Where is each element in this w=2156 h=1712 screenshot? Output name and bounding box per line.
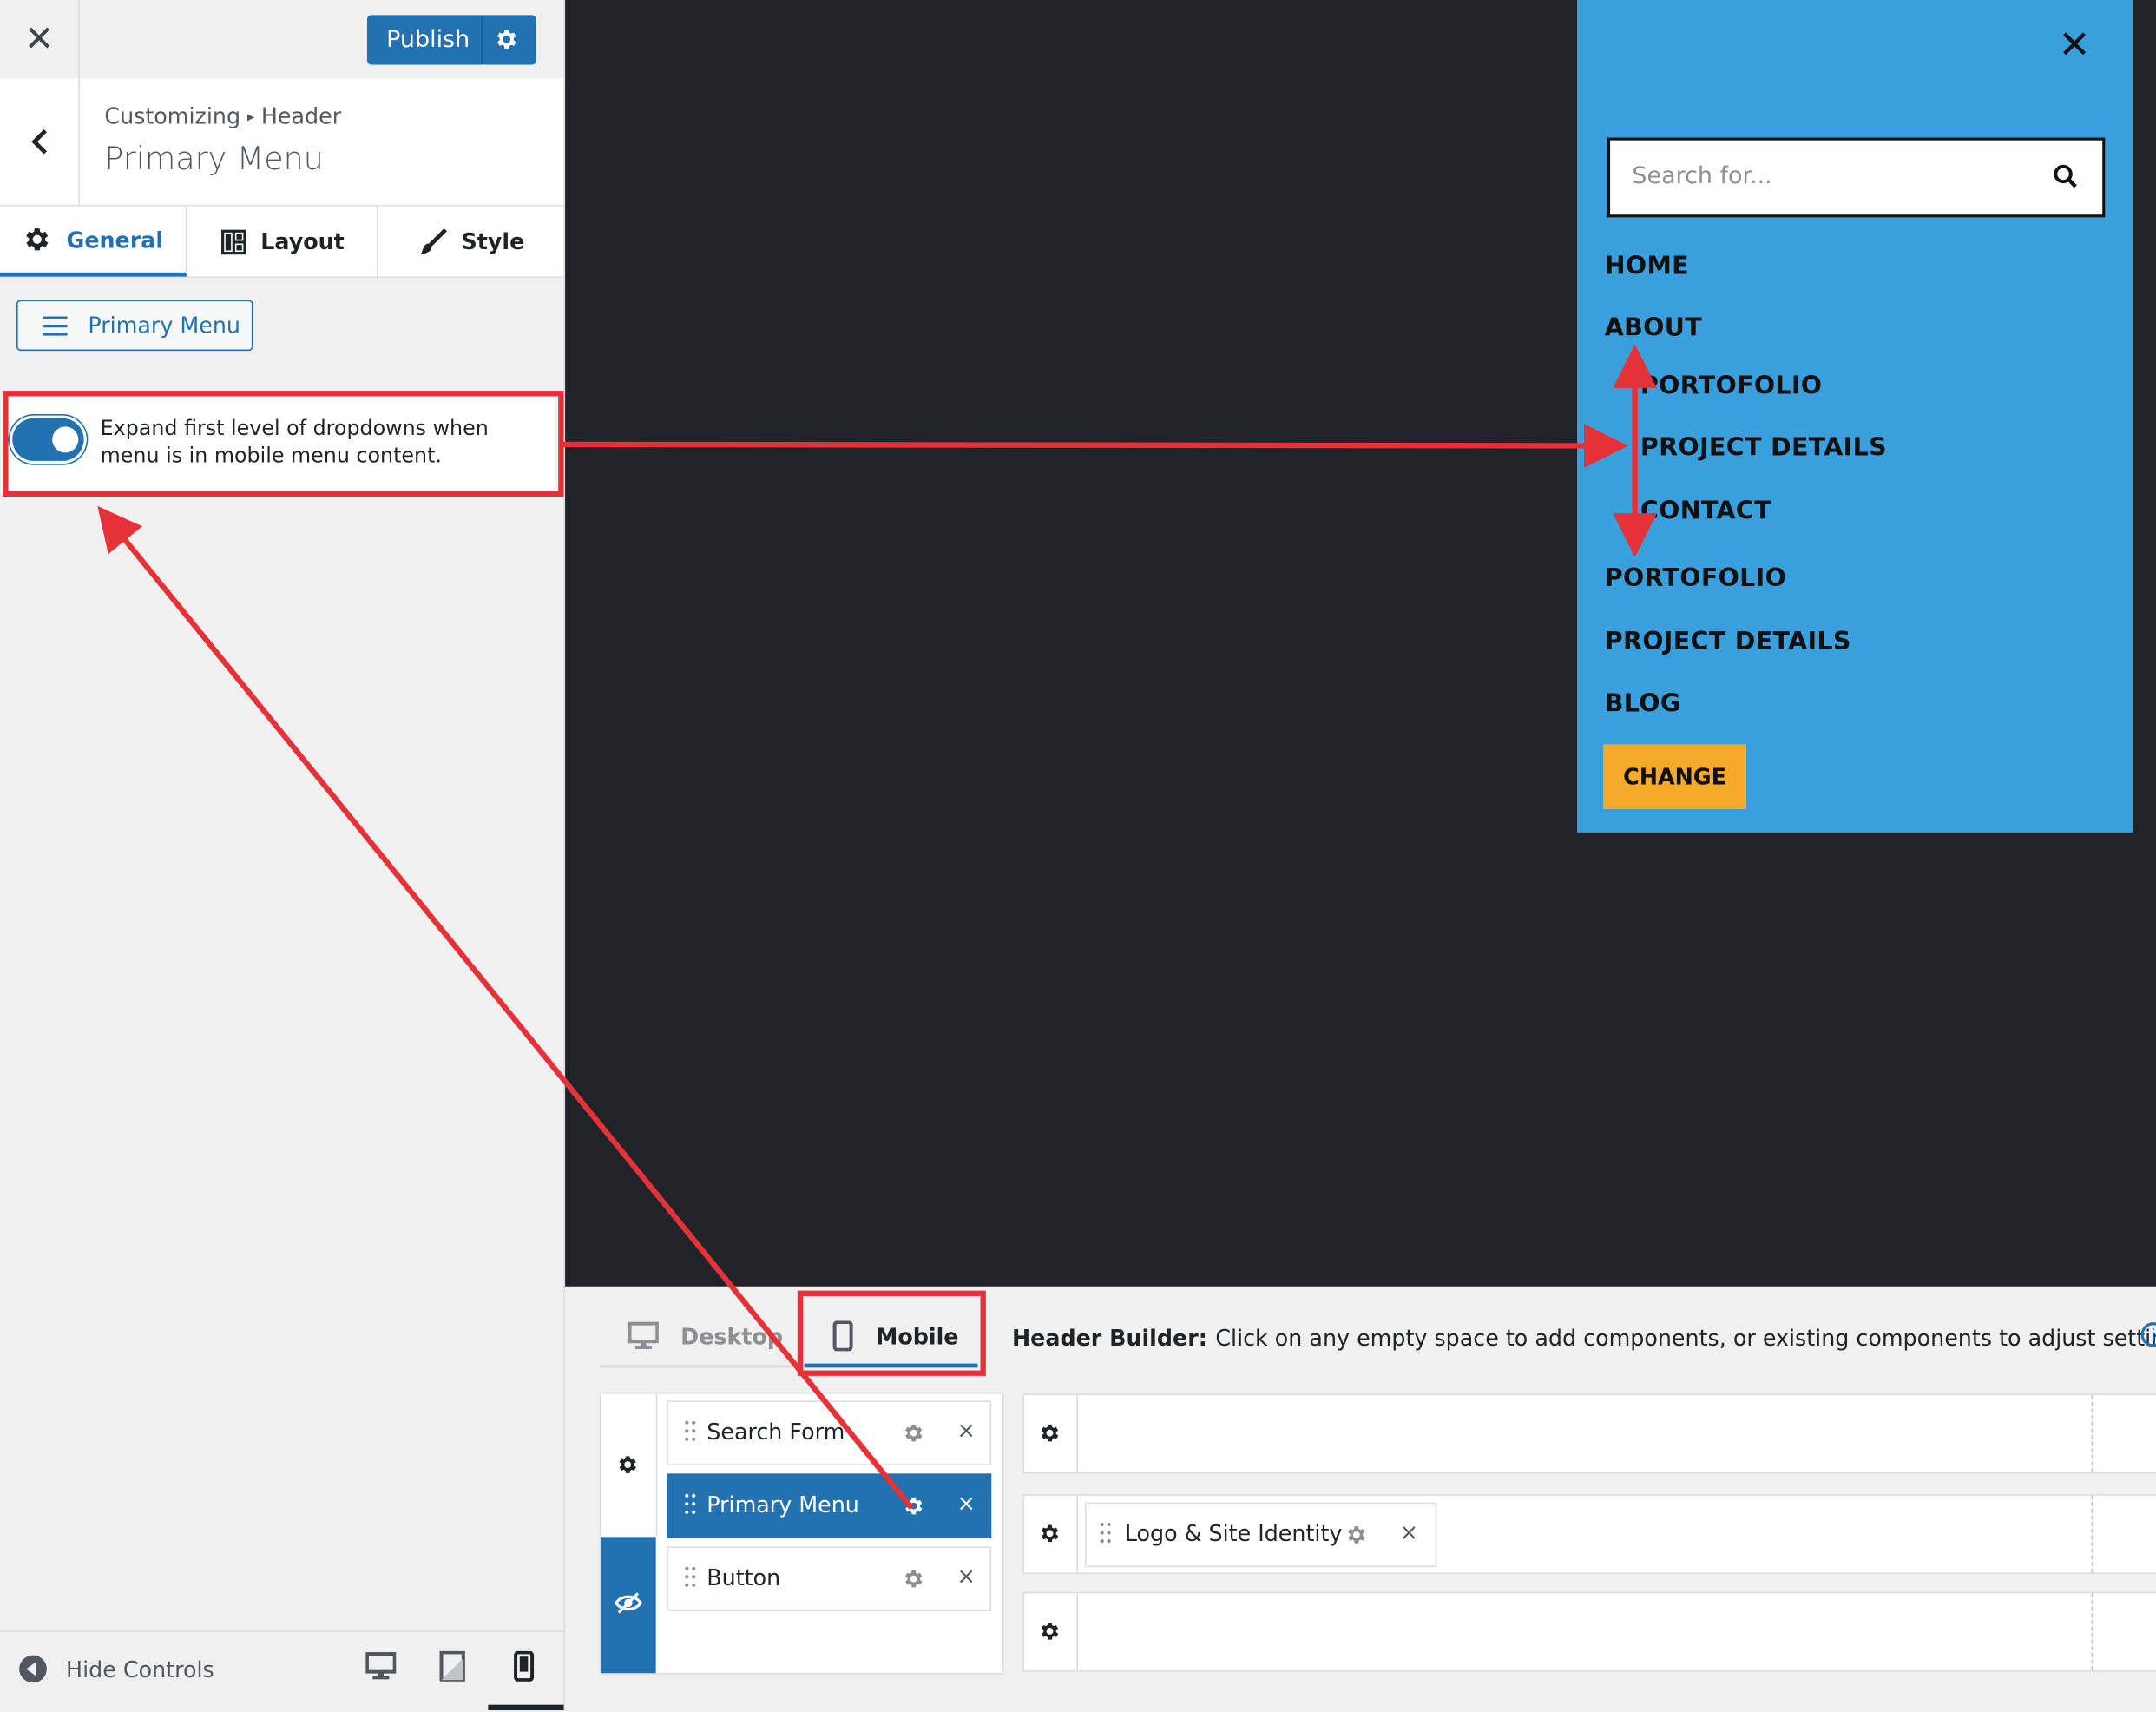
gear-icon: [1041, 1424, 1059, 1442]
gear-icon: [26, 228, 49, 251]
component-button[interactable]: Button ×: [667, 1546, 992, 1611]
primary-menu-select-button[interactable]: Primary Menu: [16, 300, 253, 352]
annotation-box-toggle: [3, 391, 564, 497]
remove-component-button[interactable]: ×: [957, 1417, 976, 1443]
settings-tabs: General Layout Style: [0, 206, 564, 279]
site-preview: ✕ Search for... HOME ABOUT PORTOFOLIO PR…: [565, 0, 2156, 1287]
drag-handle-icon: [685, 1493, 696, 1514]
mobile-search-input[interactable]: Search for...: [1607, 137, 2106, 218]
search-placeholder: Search for...: [1632, 162, 1772, 190]
offcanvas-area[interactable]: Search Form × Primary Menu × Button ×: [599, 1392, 1004, 1675]
mobile-menu-item[interactable]: BLOG: [1605, 689, 1681, 718]
header-row-top[interactable]: [1022, 1393, 2156, 1474]
mobile-menu-close-button[interactable]: ✕: [2059, 22, 2091, 67]
layout-icon: [220, 228, 246, 254]
gear-icon: [905, 1570, 923, 1588]
component-primary-menu[interactable]: Primary Menu ×: [667, 1473, 992, 1538]
remove-component-button[interactable]: ×: [1400, 1519, 1418, 1545]
mobile-preview-icon[interactable]: [513, 1650, 535, 1687]
gear-icon: [905, 1497, 923, 1515]
gear-icon: [1348, 1526, 1365, 1544]
header-row-main[interactable]: Logo & Site Identity ×: [1022, 1494, 2156, 1575]
search-icon[interactable]: [2053, 164, 2078, 194]
section-header: Customizing ▸ Header Primary Menu: [0, 78, 564, 207]
mobile-cta-button[interactable]: CHANGE: [1603, 744, 1746, 809]
component-search-form[interactable]: Search Form ×: [667, 1400, 992, 1465]
offcanvas-settings-column[interactable]: [601, 1393, 658, 1538]
tablet-preview-icon[interactable]: [438, 1650, 466, 1687]
mobile-menu-item[interactable]: PROJECT DETAILS: [1605, 628, 1851, 656]
publish-button[interactable]: Publish: [366, 15, 536, 65]
mobile-submenu-item[interactable]: CONTACT: [1640, 497, 1771, 525]
mobile-menu-item[interactable]: HOME: [1605, 252, 1689, 280]
mobile-submenu-item[interactable]: PORTOFOLIO: [1640, 372, 1822, 400]
row-settings-button[interactable]: [1024, 1593, 1078, 1671]
drag-handle-icon: [1100, 1522, 1111, 1544]
row-settings-button[interactable]: [1024, 1495, 1078, 1573]
back-button[interactable]: [0, 78, 80, 206]
mobile-menu-item[interactable]: ABOUT: [1605, 313, 1702, 342]
header-row-bottom[interactable]: [1022, 1591, 2156, 1672]
desktop-icon: [628, 1321, 659, 1349]
row-settings-button[interactable]: [1024, 1395, 1078, 1472]
breadcrumb-section: Header: [260, 102, 342, 129]
drag-handle-icon: [685, 1420, 696, 1441]
publish-settings-gear-icon[interactable]: [494, 26, 520, 52]
publish-label: Publish: [386, 26, 470, 54]
annotation-box-mobile-tab: [797, 1290, 986, 1376]
offcanvas-visibility-toggle[interactable]: [601, 1537, 656, 1674]
tab-style[interactable]: Style: [378, 207, 564, 277]
breadcrumb: Customizing ▸ Header: [104, 102, 342, 129]
section-title: Primary Menu: [104, 142, 324, 178]
gear-icon: [619, 1456, 636, 1473]
customizer-panel: ✕ Publish Customizing ▸ Header Primary Men…: [0, 0, 566, 1712]
desktop-preview-icon[interactable]: [365, 1651, 397, 1687]
customizer-topbar: ✕ Publish: [0, 0, 564, 80]
close-customizer-button[interactable]: ✕: [0, 0, 80, 79]
gear-icon: [1041, 1623, 1059, 1640]
collapse-icon: [19, 1655, 47, 1683]
remove-component-button[interactable]: ×: [957, 1490, 976, 1516]
gear-icon: [905, 1424, 923, 1442]
mobile-submenu-item[interactable]: PROJECT DETAILS: [1640, 433, 1887, 462]
chevron-left-icon: [30, 128, 47, 155]
active-device-indicator: [488, 1704, 564, 1711]
menu-icon: [43, 316, 68, 336]
brush-icon: [420, 227, 447, 254]
breadcrumb-root: Customizing: [104, 102, 241, 129]
eye-hidden-icon: [615, 1592, 642, 1614]
builder-tab-desktop[interactable]: Desktop: [628, 1320, 783, 1351]
remove-component-button[interactable]: ×: [957, 1563, 976, 1589]
customizer-footer: Hide Controls: [0, 1630, 564, 1712]
component-logo-site-identity[interactable]: Logo & Site Identity ×: [1084, 1502, 1437, 1568]
mobile-menu-drawer: ✕ Search for... HOME ABOUT PORTOFOLIO PR…: [1577, 0, 2133, 833]
mobile-menu-item[interactable]: PORTOFOLIO: [1605, 564, 1786, 593]
header-builder-hint: Header Builder: Click on any empty space …: [1011, 1325, 2156, 1352]
hide-controls-button[interactable]: Hide Controls: [19, 1655, 214, 1683]
tab-layout[interactable]: Layout: [187, 206, 378, 277]
drag-handle-icon: [685, 1566, 696, 1587]
gear-icon: [1041, 1524, 1059, 1543]
tab-general[interactable]: General: [0, 206, 187, 277]
